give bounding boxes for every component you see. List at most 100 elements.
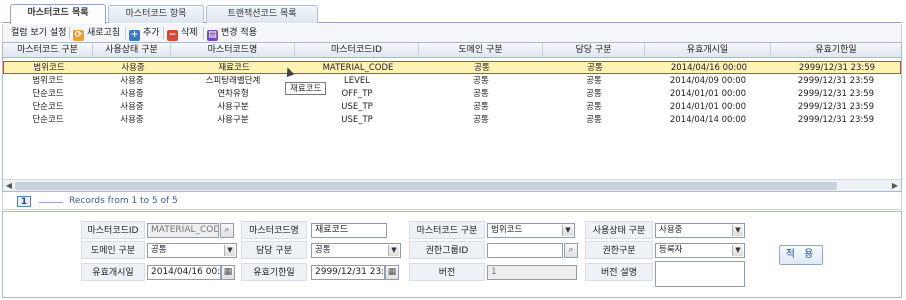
domain-type-label: 도메인 구분 <box>81 241 145 259</box>
valid-start-label: 유효개시일 <box>81 263 145 281</box>
detail-form: 마스터코드ID MATERIAL_CODE ⌕ 마스터코드명 재료코드 마스터코… <box>2 211 902 298</box>
auth-type-value: 등록자 <box>659 245 683 255</box>
cell: 재료코드 <box>218 63 250 73</box>
master-code-type-value: 범위코드 <box>491 225 523 235</box>
pager-divider <box>39 202 63 203</box>
column-view-settings-button[interactable]: 컬럼 보기 설정 <box>11 26 66 40</box>
version-desc-textarea[interactable] <box>655 261 745 287</box>
scroll-right-icon[interactable]: ▶ <box>890 181 900 191</box>
cell: 2014/04/09 00:00 <box>669 76 747 86</box>
apply-changes-label: 변경 적용 <box>221 28 257 38</box>
version-desc-label: 버전 설명 <box>585 263 653 281</box>
column-header[interactable]: 담당 구분 <box>543 43 645 58</box>
scroll-left-icon[interactable]: ◀ <box>4 181 14 191</box>
cell: 사용중 <box>120 89 144 99</box>
toolbar: 컬럼 보기 설정 ⟳ 새로고침 + 추가 − 삭제 ▤ 변경 적용 <box>2 24 902 42</box>
version-field[interactable]: 1 <box>487 265 577 280</box>
column-header[interactable]: 마스터코드명 <box>171 43 295 58</box>
cell: 공통 <box>586 89 602 99</box>
tab-transaction-code-list[interactable]: 트랜잭션코드 목록 <box>206 5 318 23</box>
cell: 단순코드 <box>32 89 64 99</box>
valid-start-field[interactable]: 2014/04/16 00:00 <box>147 265 221 280</box>
toolbar-divider <box>203 27 204 39</box>
version-label: 버전 <box>409 263 485 281</box>
apply-button[interactable]: 적 용 <box>779 245 823 265</box>
scrollbar-thumb[interactable] <box>15 182 837 190</box>
master-code-id-label: 마스터코드ID <box>81 221 145 239</box>
cell: 2999/12/31 23:59 <box>797 89 875 99</box>
cell: 2014/01/01 00:00 <box>669 89 747 99</box>
calendar-icon[interactable]: ▦ <box>385 265 399 280</box>
column-header[interactable]: 유효기한일 <box>771 43 901 58</box>
cell: 사용구분 <box>217 102 249 112</box>
toolbar-divider <box>125 27 126 39</box>
grid-header: 마스터코드 구분 사용상태 구분 마스터코드명 마스터코드ID 도메인 구분 담… <box>3 43 901 58</box>
use-status-select[interactable]: 사용중 ▼ <box>655 223 745 238</box>
minus-icon: − <box>167 30 178 41</box>
cell: 사용중 <box>121 63 145 73</box>
chevron-down-icon: ▼ <box>732 245 743 256</box>
cell: USE_TP <box>341 115 373 125</box>
delete-label: 삭제 <box>181 28 198 38</box>
refresh-button[interactable]: ⟳ 새로고침 <box>73 26 120 41</box>
cell: 범위코드 <box>33 63 65 73</box>
calendar-icon[interactable]: ▦ <box>221 265 235 280</box>
cell: 사용중 <box>120 102 144 112</box>
column-header[interactable]: 사용상태 구분 <box>93 43 171 58</box>
table-row[interactable]: 단순코드 사용중 사용구분 USE_TP 공통 공통 2014/01/01 00… <box>3 101 901 114</box>
column-header[interactable]: 마스터코드ID <box>295 43 419 58</box>
toolbar-divider <box>69 27 70 39</box>
table-row[interactable]: 단순코드 사용중 연차유형 OFF_TP 공통 공통 2014/01/01 00… <box>3 88 901 101</box>
add-button[interactable]: + 추가 <box>129 26 160 41</box>
tab-master-code-list[interactable]: 마스터코드 목록 <box>10 4 106 24</box>
cell: 단순코드 <box>32 115 64 125</box>
table-row[interactable]: 단순코드 사용중 사용구분 USE_TP 공통 공통 2014/04/14 00… <box>3 114 901 127</box>
cell: 2999/12/31 23:59 <box>797 115 875 125</box>
refresh-icon: ⟳ <box>73 30 84 41</box>
cell: 연차유형 <box>217 89 249 99</box>
auth-type-label: 권한구분 <box>585 241 653 259</box>
use-status-value: 사용중 <box>659 225 683 235</box>
apply-changes-button[interactable]: ▤ 변경 적용 <box>207 26 257 41</box>
master-code-id-field[interactable]: MATERIAL_CODE <box>147 223 219 238</box>
cell: 사용중 <box>120 76 144 86</box>
master-code-type-select[interactable]: 범위코드 ▼ <box>487 223 575 238</box>
delete-button[interactable]: − 삭제 <box>167 26 198 41</box>
cell: 공통 <box>586 102 602 112</box>
cell: 2999/12/31 23:59 <box>798 63 876 73</box>
table-row-selected[interactable]: 범위코드 사용중 재료코드 MATERIAL_CODE 공통 공통 2014/0… <box>3 61 901 74</box>
page-number-button[interactable]: 1 <box>17 196 31 207</box>
search-icon[interactable]: ⌕ <box>564 243 578 258</box>
cell: 2014/04/14 00:00 <box>669 115 747 125</box>
search-icon[interactable]: ⌕ <box>220 223 234 238</box>
tab-master-code-items[interactable]: 마스터코드 항목 <box>108 5 204 23</box>
cell: 단순코드 <box>32 102 64 112</box>
cell: 공통 <box>474 63 490 73</box>
cell: 공통 <box>473 115 489 125</box>
column-header[interactable]: 도메인 구분 <box>419 43 543 58</box>
cell: 스피탕래벨단계 <box>205 76 261 86</box>
auth-group-id-field[interactable] <box>487 243 563 258</box>
owner-type-value: 공통 <box>315 245 331 255</box>
toolbar-divider <box>163 27 164 39</box>
column-header[interactable]: 유효개시일 <box>645 43 771 58</box>
auth-group-id-label: 권한그룹ID <box>409 241 485 259</box>
cell-tooltip: 재료코드 <box>285 82 327 95</box>
pager: 1 Records from 1 to 5 of 5 <box>2 193 902 210</box>
add-label: 추가 <box>143 28 160 38</box>
column-header[interactable]: 마스터코드 구분 <box>3 43 93 58</box>
cell: 2999/12/31 23:59 <box>797 102 875 112</box>
cell: 범위코드 <box>32 76 64 86</box>
horizontal-scrollbar[interactable]: ◀ ▶ <box>3 179 901 191</box>
domain-type-value: 공통 <box>151 245 167 255</box>
table-row[interactable]: 범위코드 사용중 스피탕래벨단계 LEVEL 공통 공통 2014/04/09 … <box>3 75 901 88</box>
cell: 2014/04/16 00:00 <box>670 63 748 73</box>
cell: 공통 <box>587 63 603 73</box>
plus-icon: + <box>129 30 140 41</box>
owner-type-select[interactable]: 공통 ▼ <box>311 243 401 258</box>
domain-type-select[interactable]: 공통 ▼ <box>147 243 237 258</box>
owner-type-label: 담당 구분 <box>241 241 307 259</box>
master-code-name-field[interactable]: 재료코드 <box>311 223 387 238</box>
valid-end-field[interactable]: 2999/12/31 23:59 <box>311 265 385 280</box>
auth-type-select[interactable]: 등록자 ▼ <box>655 243 745 258</box>
